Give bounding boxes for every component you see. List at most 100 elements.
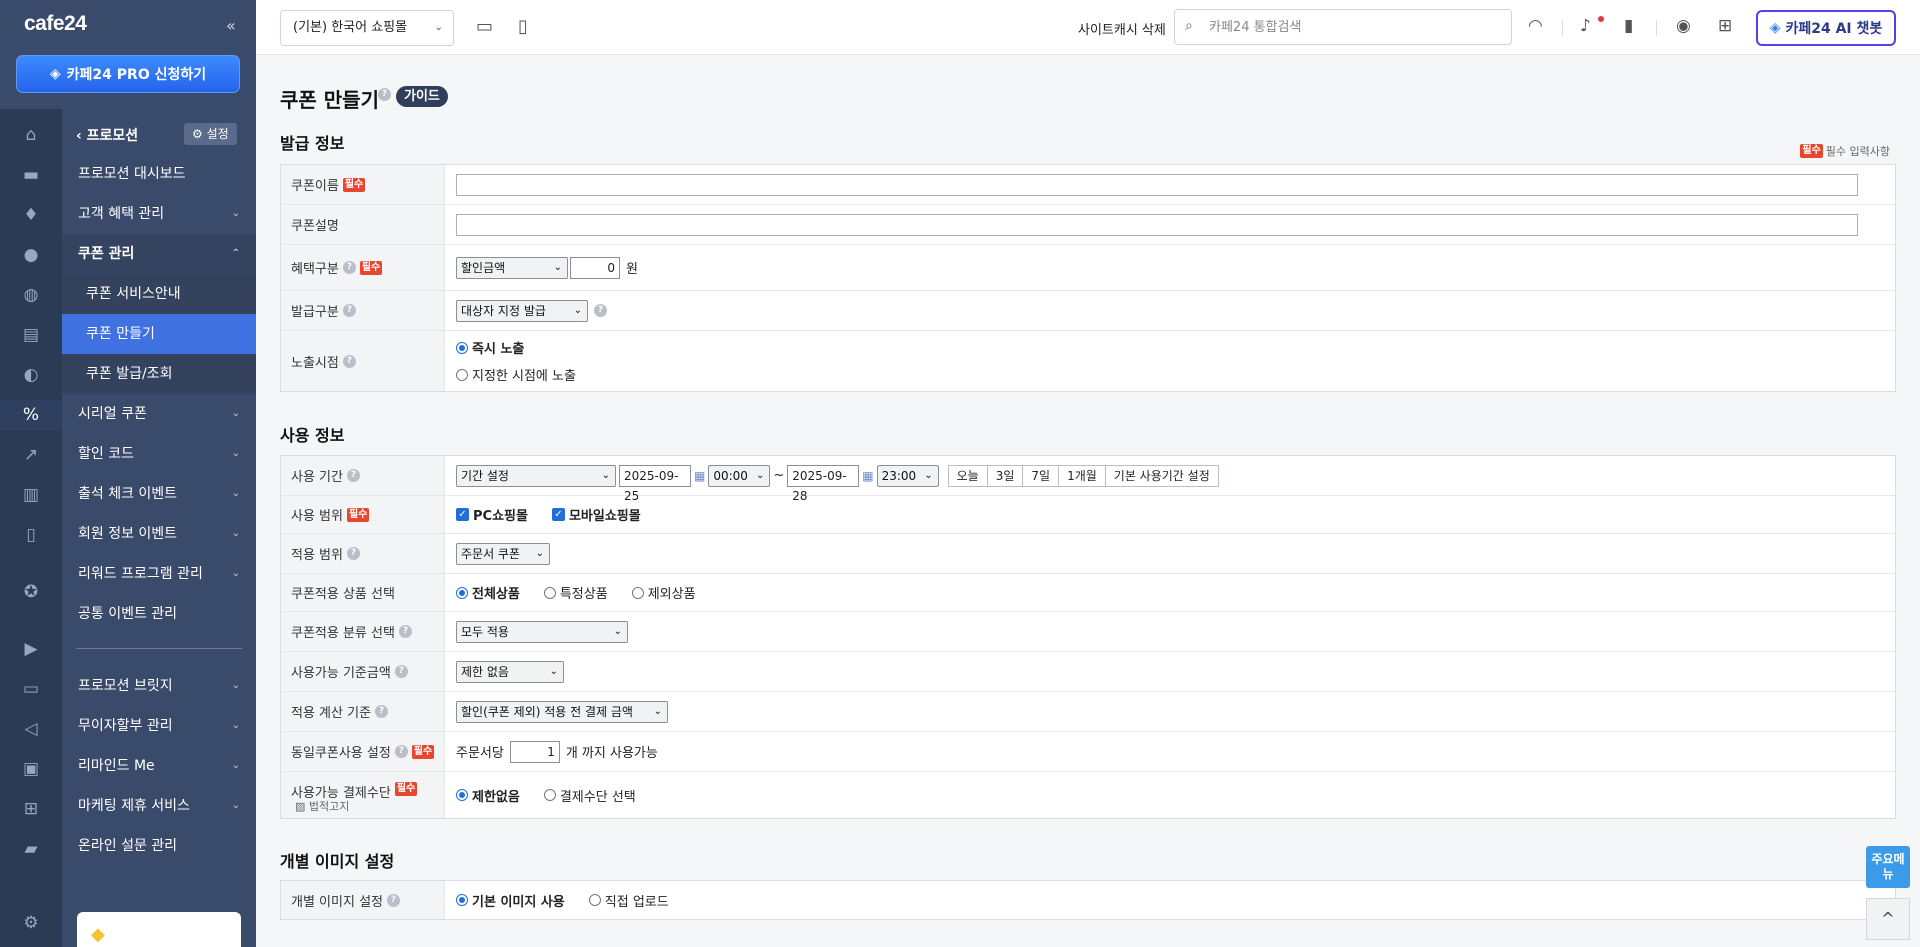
quick-menu-button[interactable]: 주요메뉴 — [1866, 846, 1910, 888]
end-time-select[interactable]: 23:00 ⌄ — [876, 464, 939, 487]
back-to-promotion-link[interactable]: ‹ 프로모션 — [76, 125, 138, 145]
cache-delete-link[interactable]: 사이트캐시 삭제 — [1078, 19, 1166, 38]
sidebar-item-common-event[interactable]: 공통 이벤트 관리 — [62, 594, 256, 634]
benefit-value-input[interactable]: 0 — [570, 256, 620, 279]
apply-scope-select[interactable]: 주문서 쿠폰 ⌄ — [456, 542, 550, 565]
help-icon[interactable]: ? — [398, 625, 412, 638]
megaphone-icon[interactable]: ◁ — [0, 714, 62, 744]
account-icon[interactable]: ◉ — [1676, 16, 1691, 36]
book-icon[interactable]: ▯ — [0, 520, 62, 550]
help-icon[interactable]: ? — [342, 304, 356, 317]
sidebar-item-coupon-issue[interactable]: 쿠폰 발급/조회 — [62, 354, 256, 394]
image-default-radio[interactable]: 기본 이미지 사용 — [456, 891, 565, 910]
home-icon[interactable]: ⌂ — [0, 120, 62, 150]
product-exclude-radio[interactable]: 제외상품 — [631, 583, 696, 602]
guide-button[interactable]: 가이드 — [396, 86, 448, 107]
sidebar-item-attendance[interactable]: 출석 체크 이벤트 ⌄ — [62, 474, 256, 514]
end-date-input[interactable]: 2025-09-28 — [787, 464, 860, 503]
headset-icon[interactable]: ◠ — [1528, 16, 1543, 36]
period-1month-button[interactable]: 1개월 — [1059, 464, 1106, 487]
apps-grid-icon[interactable]: ⊞ — [1718, 16, 1732, 36]
gear-icon[interactable]: ⚙ — [0, 908, 62, 938]
help-icon[interactable]: ? — [342, 261, 356, 274]
apps-icon[interactable]: ⊞ — [0, 794, 62, 824]
help-icon[interactable]: ? — [342, 354, 356, 368]
collapse-sidebar-button[interactable]: « — [226, 16, 236, 35]
chat-icon[interactable]: ◍ — [0, 280, 62, 310]
scroll-top-button[interactable]: ^ — [1866, 898, 1910, 940]
legal-notice-link[interactable]: ▨ 법적고지 — [295, 798, 349, 814]
issue-type-select[interactable]: 대상자 지정 발급 ⌄ — [456, 299, 588, 322]
scope-mobile-checkbox[interactable]: ✓ 모바일쇼핑몰 — [551, 505, 641, 524]
start-date-input[interactable]: 2025-09-25 — [619, 464, 691, 503]
sidebar-item-coupon-guide[interactable]: 쿠폰 서비스안내 — [62, 274, 256, 314]
cart-icon[interactable]: ▬ — [0, 160, 62, 190]
pro-apply-button[interactable]: ◈ 카페24 PRO 신청하기 — [16, 55, 240, 93]
ai-chatbot-button[interactable]: ◈ 카페24 AI 챗봇 — [1756, 10, 1896, 46]
report-icon[interactable]: ▥ — [0, 480, 62, 510]
bookmark-icon[interactable]: ▮ — [1624, 16, 1633, 36]
help-icon[interactable]: ? — [375, 705, 389, 718]
start-time-select[interactable]: 00:00 ⌄ — [708, 464, 771, 487]
search-input[interactable] — [1209, 16, 1499, 38]
help-icon[interactable]: ? — [594, 304, 607, 317]
calendar-icon[interactable]: ▦ — [862, 469, 873, 483]
board-icon[interactable]: ▤ — [0, 320, 62, 350]
sidebar-item-promotion-bridge[interactable]: 프로모션 브릿지 ⌄ — [62, 666, 256, 706]
coupon-desc-input[interactable] — [456, 213, 1858, 236]
video-icon[interactable]: ▶ — [0, 634, 62, 664]
shipping-icon[interactable]: ▣ — [0, 754, 62, 784]
display-scheduled-radio[interactable]: 지정한 시점에 노출 — [456, 365, 576, 384]
shirt-icon[interactable]: ♦ — [0, 200, 62, 230]
period-7days-button[interactable]: 7일 — [1023, 464, 1060, 487]
period-select[interactable]: 기간 설정 ⌄ — [456, 464, 616, 487]
award-icon[interactable]: ✪ — [0, 577, 62, 607]
mall-select[interactable]: (기본) 한국어 쇼핑몰 ⌄ — [280, 10, 454, 46]
help-icon[interactable]: ? — [394, 665, 408, 678]
palette-icon[interactable]: ◐ — [0, 360, 62, 390]
user-icon[interactable]: ● — [0, 240, 62, 270]
help-icon[interactable]: ? — [394, 745, 408, 758]
product-all-radio[interactable]: 전체상품 — [456, 583, 520, 602]
help-icon[interactable]: ? — [346, 547, 360, 560]
benefit-type-select[interactable]: 할인금액 ⌄ — [456, 256, 568, 279]
mobile-icon[interactable]: ▯ — [518, 16, 528, 37]
sidebar-item-coupon-manage[interactable]: 쿠폰 관리 ⌃ — [62, 234, 256, 274]
sidebar-item-coupon-create[interactable]: 쿠폰 만들기 — [62, 314, 256, 354]
payment-unlimited-radio[interactable]: 제한없음 — [456, 786, 520, 805]
sidebar-item-remind-me[interactable]: 리마인드 Me ⌄ — [62, 746, 256, 786]
same-coupon-count-input[interactable]: 1 — [509, 740, 560, 763]
promotion-icon[interactable]: % — [0, 400, 62, 430]
analytics-icon[interactable]: ↗ — [0, 440, 62, 470]
sidebar-item-discount-code[interactable]: 할인 코드 ⌄ — [62, 434, 256, 474]
product-specific-radio[interactable]: 특정상품 — [543, 583, 608, 602]
help-icon[interactable]: ? — [387, 893, 400, 907]
period-default-button[interactable]: 기본 사용기간 설정 — [1105, 464, 1219, 487]
scope-pc-checkbox[interactable]: ✓ PC쇼핑몰 — [456, 505, 528, 524]
help-icon[interactable]: ? — [378, 88, 391, 101]
category-select[interactable]: 모두 적용 ⌄ — [456, 620, 628, 643]
period-today-button[interactable]: 오늘 — [947, 464, 988, 487]
logo[interactable]: cafe24 — [24, 12, 87, 36]
payment-select-radio[interactable]: 결제수단 선택 — [543, 786, 636, 805]
sidebar-item-dashboard[interactable]: 프로모션 대시보드 — [62, 154, 256, 194]
bell-icon[interactable]: ♪ — [1580, 16, 1591, 36]
sidebar-item-member-event[interactable]: 회원 정보 이벤트 ⌄ — [62, 514, 256, 554]
calendar-icon[interactable]: ▦ — [694, 469, 705, 483]
store-icon[interactable]: ▭ — [0, 674, 62, 704]
calc-basis-select[interactable]: 할인(쿠폰 제외) 적용 전 결제 금액 ⌄ — [456, 700, 668, 723]
promo-card[interactable]: ◆ — [77, 912, 241, 947]
desktop-icon[interactable]: ▭ — [476, 16, 493, 37]
sidebar-item-installment[interactable]: 무이자할부 관리 ⌄ — [62, 706, 256, 746]
display-immediate-radio[interactable]: 즉시 노출 — [456, 338, 524, 357]
sidebar-item-survey[interactable]: 온라인 설문 관리 — [62, 826, 256, 866]
help-icon[interactable]: ? — [346, 469, 360, 482]
sidebar-item-reward[interactable]: 리워드 프로그램 관리 ⌄ — [62, 554, 256, 594]
min-amount-select[interactable]: 제한 없음 ⌄ — [456, 660, 564, 683]
sidebar-item-marketing[interactable]: 마케팅 제휴 서비스 ⌄ — [62, 786, 256, 826]
sidebar-item-serial-coupon[interactable]: 시리얼 쿠폰 ⌄ — [62, 394, 256, 434]
folder-icon[interactable]: ▰ — [0, 834, 62, 864]
sidebar-item-customer-benefit[interactable]: 고객 혜택 관리 ⌄ — [62, 194, 256, 234]
image-upload-radio[interactable]: 직접 업로드 — [588, 891, 669, 910]
coupon-name-input[interactable] — [456, 173, 1858, 196]
